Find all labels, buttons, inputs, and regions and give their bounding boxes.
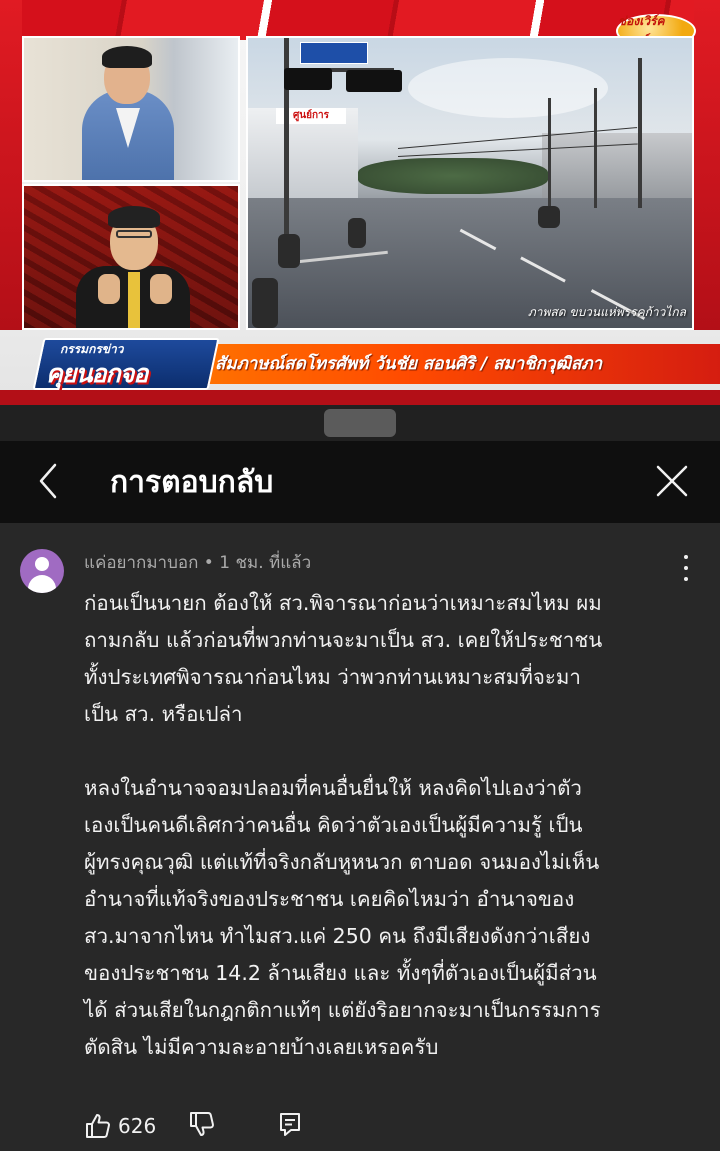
- host-figure-hair: [102, 46, 152, 68]
- like-count: 626: [118, 1114, 157, 1138]
- guest-figure-right-hand: [150, 274, 172, 304]
- comment-line: สว.มาจากไหน ทำไมสว.แค่ 250 คน ถึงมีเสียง…: [84, 924, 591, 948]
- broadcast-right-border: [694, 0, 720, 330]
- kebab-dot: [684, 577, 688, 581]
- traffic-light: [346, 70, 402, 92]
- kebab-dot: [684, 566, 688, 570]
- utility-pole: [638, 58, 642, 208]
- road-crossing-line: [288, 250, 388, 265]
- avatar[interactable]: [20, 549, 64, 593]
- comment-meta: แค่อยากมาบอก • 1 ชม. ที่แล้ว: [84, 549, 311, 576]
- road-lane-marking: [520, 256, 566, 283]
- broadcast-left-border: [0, 0, 22, 330]
- lower-third-text: สัมภาษณ์สดโทรศัพท์ วันชัย สอนศิริ / สมาช…: [215, 354, 603, 374]
- comment-line: เป็น สว. หรือเปล่า: [84, 702, 243, 726]
- broadcast-red-banner: [0, 0, 720, 40]
- guest-figure-glasses: [116, 230, 152, 238]
- utility-pole: [548, 98, 551, 208]
- guest-video-panel: [22, 184, 240, 330]
- comment-line: ก่อนเป็นนายก ต้องให้ สว.พิจารณาก่อนว่าเห…: [84, 591, 602, 615]
- drag-handle[interactable]: [324, 409, 396, 437]
- guest-figure-left-hand: [98, 274, 120, 304]
- sheet-title: การตอบกลับ: [110, 465, 274, 500]
- broadcast-bottom-bar: [0, 390, 720, 405]
- kebab-dot: [684, 555, 688, 559]
- close-button[interactable]: [650, 459, 694, 503]
- video-player[interactable]: ช่องเวิร์คพอยท์ ศูนย์การ: [0, 0, 720, 405]
- comment-line: หลงในอำนาจจอมปลอมที่คนอื่นยื่นให้ หลงคิด…: [84, 776, 582, 800]
- traffic-light: [284, 68, 332, 90]
- street-trees: [358, 158, 548, 194]
- sheet-header: การตอบกลับ: [0, 441, 720, 523]
- news-lower-third: สัมภาษณ์สดโทรศัพท์ วันชัย สอนศิริ / สมาช…: [0, 338, 720, 390]
- replies-sheet: การตอบกลับ แค่อยากมาบอก • 1 ชม. ที่แล้ว …: [0, 405, 720, 1151]
- utility-pole: [594, 88, 597, 208]
- comment-line: ได้ ส่วนเสียในกฎกติกาแท้ๆ แต่ยังริอยากจะ…: [84, 998, 601, 1022]
- meta-separator: •: [203, 553, 214, 573]
- comment-line: ของประชาชน 14.2 ล้านเสียง และ ทั้งๆที่ตั…: [84, 961, 597, 985]
- comment-actions: 626: [84, 1109, 302, 1143]
- host-video-panel: [22, 36, 240, 182]
- comment-line: ตัดสิน ไม่มีความละอายบ้างเลยเหรอครับ: [84, 1035, 439, 1059]
- cyclist: [348, 218, 366, 248]
- motorcyclist: [538, 206, 560, 228]
- street-sign: [300, 42, 368, 64]
- comment-line: ทั้งประเทศพิจารณาก่อนไหม ว่าพวกท่านเหมาะ…: [84, 665, 581, 689]
- comment-line: ผู้ทรงคุณวุฒิ แต่แท้ที่จริงกลับหูหนวก ตา…: [84, 850, 600, 874]
- guest-figure-hair: [108, 206, 160, 228]
- motorcyclist: [278, 234, 300, 268]
- more-options-button[interactable]: [682, 555, 690, 581]
- comment-line: ถามกลับ แล้วก่อนที่พวกท่านจะมาเป็น สว. เ…: [84, 628, 603, 652]
- motorcyclist: [252, 278, 278, 328]
- dislike-button[interactable]: [188, 1110, 216, 1142]
- like-button[interactable]: 626: [84, 1112, 156, 1140]
- road-lane-marking: [459, 228, 497, 251]
- comment-text: ก่อนเป็นนายก ต้องให้ สว.พิจารณาก่อนว่าเห…: [84, 585, 684, 1066]
- program-logo-main: คุยนอกจอ: [46, 359, 148, 388]
- reply-comment-icon: [280, 1113, 301, 1136]
- comment-thread-item: แค่อยากมาบอก • 1 ชม. ที่แล้ว ก่อนเป็นนาย…: [0, 523, 720, 1151]
- street-caption: ภาพสด ขบวนแห่พรรคก้าวไกล: [527, 305, 686, 319]
- avatar-person-head: [35, 557, 49, 571]
- back-button[interactable]: [26, 459, 70, 503]
- thumbs-up-icon: [86, 1114, 110, 1138]
- comment-author[interactable]: แค่อยากมาบอก: [84, 553, 198, 573]
- reply-button[interactable]: [278, 1111, 302, 1141]
- guest-figure-tie: [128, 272, 140, 328]
- avatar-person-body: [28, 575, 56, 593]
- comment-line: อำนาจที่แท้จริงของประชาชน เคยคิดไหมว่า อ…: [84, 887, 575, 911]
- close-icon: [656, 465, 688, 497]
- chevron-left-icon: [39, 463, 57, 499]
- comment-time: 1 ชม. ที่แล้ว: [219, 553, 312, 573]
- street-live-panel: ศูนย์การ ภาพสด ขบวนแห่พรรคก้าวไกล: [246, 36, 694, 330]
- street-cloud: [408, 58, 608, 118]
- thumbs-down-icon: [190, 1112, 215, 1136]
- comment-line: เองเป็นคนดีเลิศกว่าคนอื่น คิดว่าตัวเองเป…: [84, 813, 583, 837]
